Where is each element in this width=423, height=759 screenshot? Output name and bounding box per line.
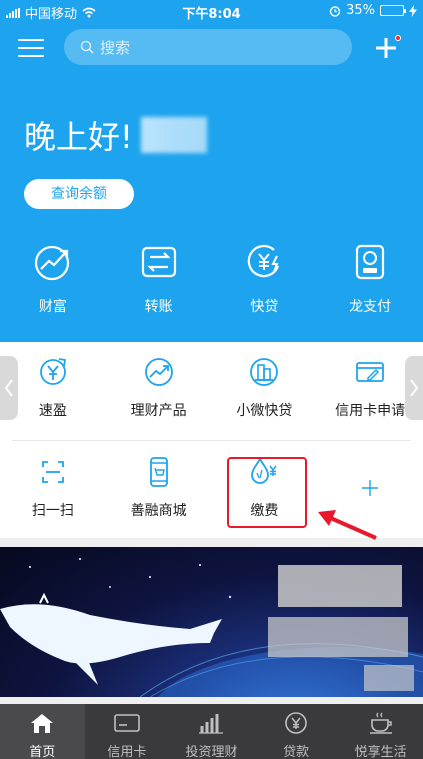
hero-item-wealth[interactable]: 财富	[0, 242, 106, 316]
service-scan[interactable]: 扫一扫	[0, 456, 106, 520]
hero-item-transfer[interactable]: 转账	[106, 242, 212, 316]
quick-loan-icon	[248, 245, 280, 278]
tab-label: 投资理财	[185, 745, 238, 759]
hero-item-label: 快贷	[250, 299, 279, 315]
service-suying[interactable]: 速盈	[0, 356, 106, 420]
status-bar: 中国移动 下午8:04 35%	[0, 0, 423, 24]
search-icon	[80, 40, 94, 54]
hero-item-label: 财富	[38, 299, 67, 315]
charging-icon	[409, 4, 417, 17]
service-label: 扫一扫	[31, 503, 74, 519]
service-label: 理财产品	[130, 403, 187, 419]
coffee-icon	[369, 712, 392, 734]
service-label: 速盈	[38, 403, 67, 419]
promo-banner[interactable]	[0, 547, 423, 697]
divider	[12, 440, 411, 441]
blurred-user-name	[141, 117, 207, 153]
search-placeholder: 搜索	[100, 38, 131, 57]
service-shanrong-mall[interactable]: 善融商城	[106, 456, 212, 520]
tab-investment[interactable]: 投资理财	[169, 704, 254, 759]
service-credit-card-apply[interactable]: 信用卡申请	[317, 356, 423, 420]
menu-button[interactable]	[18, 39, 44, 59]
tab-label: 首页	[29, 745, 56, 759]
hero-item-label: 龙支付	[349, 299, 392, 315]
greeting-text: 晚上好!	[24, 118, 133, 156]
tab-label: 贷款	[283, 745, 310, 759]
service-label: 善融商城	[130, 503, 187, 519]
add-icon	[362, 480, 379, 496]
bar-chart-icon	[199, 714, 224, 734]
service-label: 信用卡申请	[335, 403, 406, 419]
hero-item-quick-loan[interactable]: 快贷	[212, 242, 318, 316]
service-micro-loan[interactable]: 小微快贷	[212, 356, 318, 420]
long-pay-icon	[356, 244, 385, 280]
hero-item-long-pay[interactable]: 龙支付	[317, 242, 423, 316]
tab-home[interactable]: 首页	[0, 704, 85, 759]
battery-icon	[380, 5, 406, 16]
home-icon	[31, 714, 54, 733]
home-header: 搜索 晚上好! 查询余额 财富 转账 快贷 龙支付	[0, 24, 423, 342]
add-button[interactable]	[372, 34, 401, 62]
blurred-banner-text	[268, 617, 408, 657]
tab-credit-card[interactable]: 信用卡	[85, 704, 170, 759]
bottom-tab-bar: 首页 信用卡 投资理财 贷款 悦享生活	[0, 704, 423, 759]
services-panel: 速盈 理财产品 小微快贷 信用卡申请 扫一扫 善融商城 缴费	[0, 342, 423, 540]
highlight-box	[227, 457, 307, 528]
service-wealth-products[interactable]: 理财产品	[106, 356, 212, 420]
red-arrow-icon	[318, 510, 377, 540]
notification-dot	[395, 35, 401, 41]
trend-icon	[144, 358, 173, 386]
yen-circle-icon	[285, 712, 307, 734]
card-edit-icon	[356, 362, 385, 382]
phone-shop-icon	[149, 457, 168, 487]
tab-label: 信用卡	[107, 745, 147, 759]
building-icon	[250, 358, 279, 386]
hero-item-label: 转账	[144, 299, 173, 315]
blurred-banner-text	[278, 565, 402, 607]
blurred-banner-text	[364, 665, 414, 691]
plus-icon	[376, 38, 396, 58]
tab-loan[interactable]: 贷款	[254, 704, 339, 759]
alarm-icon	[329, 5, 341, 17]
credit-card-icon	[114, 714, 140, 732]
yen-refresh-icon	[39, 358, 66, 385]
service-label: 小微快贷	[236, 403, 293, 419]
scan-icon	[41, 461, 64, 483]
tab-lifestyle[interactable]: 悦享生活	[338, 704, 423, 759]
transfer-icon	[141, 246, 176, 278]
battery-percent: 35%	[346, 3, 375, 18]
search-input[interactable]: 搜索	[64, 29, 352, 65]
check-balance-button[interactable]: 查询余额	[24, 179, 134, 209]
wealth-icon	[34, 245, 69, 281]
tab-label: 悦享生活	[354, 745, 407, 759]
